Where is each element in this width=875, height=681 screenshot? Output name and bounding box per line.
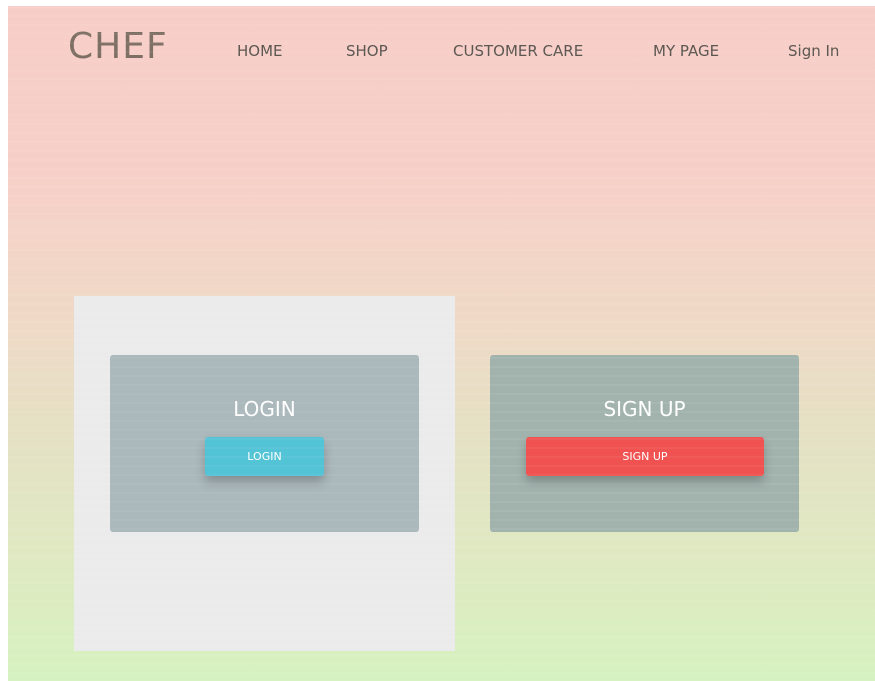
login-card-title: LOGIN <box>233 397 296 421</box>
signup-card-title: SIGN UP <box>603 397 686 421</box>
login-card: LOGIN LOGIN <box>110 355 419 532</box>
signup-button[interactable]: SIGN UP <box>526 437 764 476</box>
nav-customer-care[interactable]: CUSTOMER CARE <box>453 42 583 60</box>
brand-logo[interactable]: CHEF <box>68 26 168 67</box>
nav-shop[interactable]: SHOP <box>346 42 388 60</box>
nav-home[interactable]: HOME <box>237 42 283 60</box>
nav-my-page[interactable]: MY PAGE <box>653 42 719 60</box>
login-button[interactable]: LOGIN <box>205 437 324 476</box>
page-background: CHEF HOME SHOP CUSTOMER CARE MY PAGE Sig… <box>8 6 875 681</box>
nav-sign-in[interactable]: Sign In <box>788 42 839 60</box>
signup-card: SIGN UP SIGN UP <box>490 355 799 532</box>
